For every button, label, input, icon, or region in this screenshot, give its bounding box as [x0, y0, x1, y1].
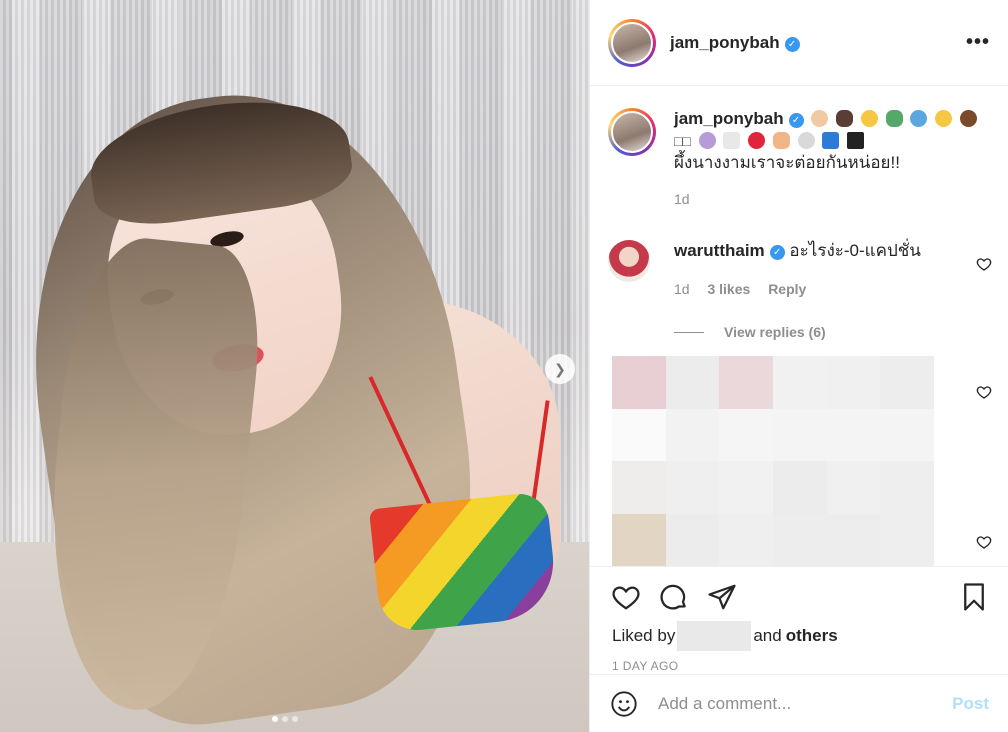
post-actions: Liked by and others 1 DAY AGO: [590, 566, 1008, 679]
verified-badge-icon: ✓: [784, 36, 800, 52]
more-options-icon[interactable]: •••: [966, 31, 990, 54]
instagram-post-view: ❯ jam_ponybah ✓ ••• jam_ponybah ✓ □□ ผึ้…: [0, 0, 1008, 732]
redacted-username: [677, 621, 752, 651]
boar-icon: [836, 110, 854, 127]
share-icon[interactable]: [706, 582, 738, 612]
likes-others-link[interactable]: others: [786, 626, 838, 646]
shocked-face-icon: [935, 110, 952, 127]
verified-badge-icon: ✓: [788, 113, 804, 128]
bandage-icon: [772, 132, 790, 149]
caption-timestamp[interactable]: 1d: [674, 188, 988, 210]
emoji-smiley-icon[interactable]: [610, 690, 638, 718]
carousel-dot: [282, 716, 288, 722]
view-replies-button[interactable]: View replies (6): [674, 324, 826, 340]
caption-username[interactable]: jam_ponybah: [674, 109, 784, 128]
comment-meta: 1d 3 likes Reply: [674, 278, 988, 300]
caption-avatar[interactable]: [608, 108, 656, 156]
post-comment-button[interactable]: Post: [952, 694, 989, 714]
next-slide-button[interactable]: ❯: [545, 354, 575, 384]
post-caption: jam_ponybah ✓ □□ ผึ้งนางงามเราจะต่อยกันหน: [608, 108, 988, 210]
comment-text: อะไรง่ะ-0-แคปชั่น: [789, 241, 921, 260]
verified-badge-icon: ✓: [769, 245, 785, 260]
chevron-right-icon: ❯: [554, 360, 566, 377]
comment-item: warutthaim ✓ อะไรง่ะ-0-แคปชั่น 1d 3 likes…: [608, 240, 988, 300]
add-comment-input[interactable]: Add a comment...: [658, 694, 952, 714]
post-header: jam_ponybah ✓ •••: [590, 0, 1008, 86]
man-face-icon: [811, 110, 829, 127]
carousel-dot: [292, 716, 298, 722]
carousel-dots: [272, 716, 298, 722]
comment-like-heart-icon[interactable]: [976, 384, 992, 400]
commenter-username[interactable]: warutthaim: [674, 241, 765, 260]
anxious-face-icon: [910, 110, 928, 127]
red-heart-icon: [748, 132, 766, 149]
woman-facepalm-icon: [698, 132, 716, 149]
commenter-avatar[interactable]: [608, 240, 650, 282]
post-photo[interactable]: ❯: [0, 0, 589, 732]
soon-arrow-icon: [822, 132, 840, 149]
author-username[interactable]: jam_ponybah ✓: [670, 33, 800, 53]
comment-icon[interactable]: [658, 582, 690, 612]
save-bookmark-icon[interactable]: [959, 581, 989, 613]
liked-by-line: Liked by and others: [590, 619, 1008, 653]
add-comment-bar: Add a comment... Post: [590, 674, 1008, 732]
comment-reply-button[interactable]: Reply: [768, 281, 806, 297]
ambulance-icon: [723, 132, 741, 149]
caption-text: ผึ้งนางงามเราจะต่อยกันหน่อย!!: [674, 153, 900, 172]
like-heart-icon[interactable]: [610, 582, 642, 612]
dizzy-face-icon: [860, 110, 878, 127]
comment-time[interactable]: 1d: [674, 281, 690, 297]
avatar[interactable]: [608, 18, 656, 67]
comment-like-heart-icon[interactable]: [976, 256, 992, 272]
carousel-dot: [272, 716, 278, 722]
comment-likes[interactable]: 3 likes: [707, 281, 750, 297]
comment-like-heart-icon[interactable]: [976, 534, 992, 550]
poop-icon: [959, 110, 977, 127]
skull-crossbones-icon: [797, 132, 815, 149]
pirate-flag-icon: [847, 132, 865, 149]
ufo-icon: [885, 110, 903, 127]
blurred-comments: [612, 356, 934, 566]
